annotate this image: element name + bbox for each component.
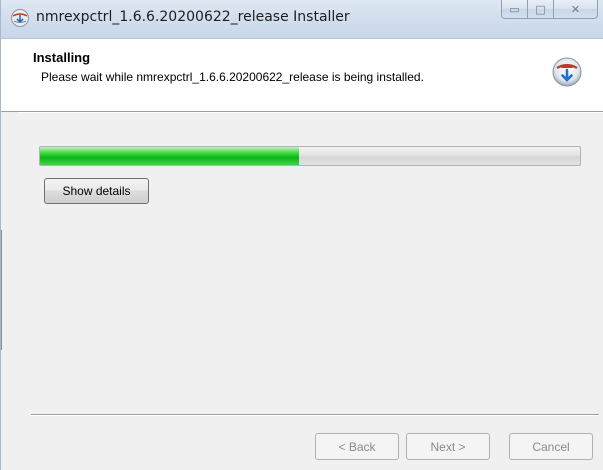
progress-fill [40,147,300,165]
cancel-button[interactable]: Cancel [509,433,593,460]
maximize-icon: □ [535,2,546,16]
show-details-button[interactable]: Show details [44,178,149,204]
minimize-icon: ▭ [509,2,520,16]
installer-globe-icon [10,8,30,28]
caption-buttons: ▭ □ ✕ [501,0,598,20]
back-button[interactable]: < Back [315,433,399,460]
install-progress-bar [39,146,581,166]
window-title: nmrexpctrl_1.6.6.20200622_release Instal… [36,9,350,25]
header-left-pad [1,39,18,112]
close-icon: ✕ [570,2,581,16]
install-disc-icon [551,56,583,88]
title-bar[interactable]: nmrexpctrl_1.6.6.20200622_release Instal… [1,0,603,39]
installer-window: nmrexpctrl_1.6.6.20200622_release Instal… [0,0,603,470]
page-title: Installing [33,50,91,65]
maximize-button[interactable]: □ [528,0,554,19]
left-edge-line [1,230,2,350]
minimize-button[interactable]: ▭ [501,0,528,19]
footer-divider [31,414,599,416]
next-button[interactable]: Next > [406,433,490,460]
page-subtitle: Please wait while nmrexpctrl_1.6.6.20200… [41,70,424,84]
close-button[interactable]: ✕ [554,0,598,19]
